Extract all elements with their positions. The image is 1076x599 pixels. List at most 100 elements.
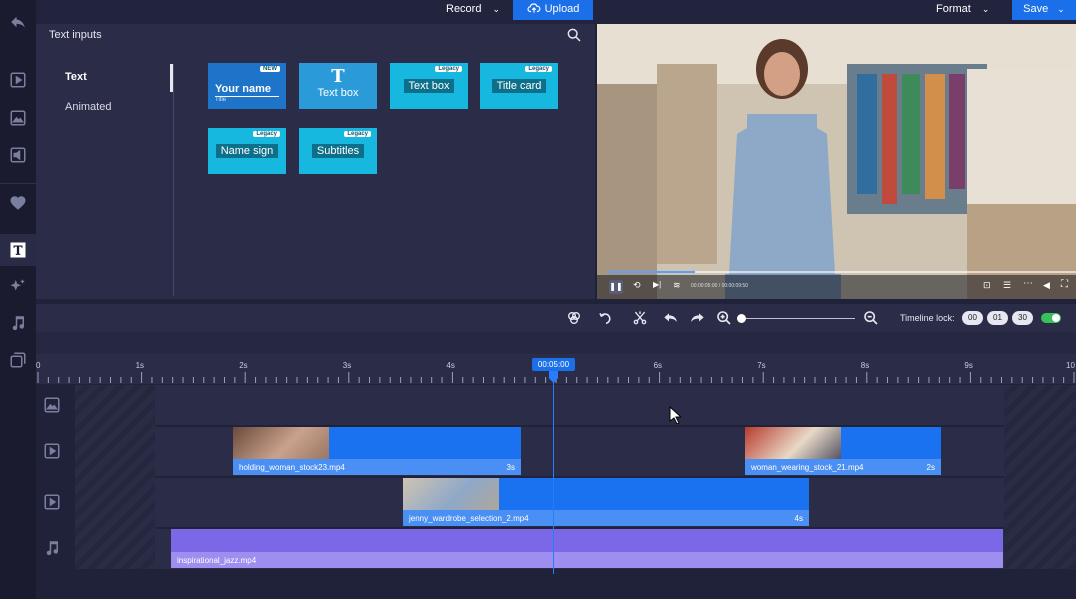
left-rail [0, 0, 36, 599]
video-media-icon[interactable] [6, 68, 30, 92]
category-text[interactable]: Text [65, 71, 87, 83]
playback-progress-bar[interactable] [607, 271, 1076, 273]
record-button[interactable]: Record ⌄ [446, 0, 500, 20]
text-tile-name-sign[interactable]: Legacy Name sign [208, 128, 286, 174]
rail-divider [0, 183, 36, 184]
text-tile-text-box-t[interactable]: T Text box [299, 63, 377, 109]
player-controls: ❚❚ ⟲ ▶| ≋ 00:00:05:00 / 00:00:09:50 ⊡ ☰ … [597, 275, 1076, 299]
image-media-icon[interactable] [6, 106, 30, 130]
tile-badge: Legacy [344, 131, 371, 137]
effects-sparkle-icon[interactable] [6, 274, 30, 298]
skip-next-icon[interactable]: ▶| [653, 280, 661, 289]
heart-icon[interactable] [6, 191, 30, 215]
clip-duration: 3s [506, 463, 515, 472]
ruler-tick-label: 0 [36, 361, 41, 370]
tile-label: Title card [491, 79, 547, 93]
fullscreen-icon[interactable]: ⛶ [1061, 279, 1068, 290]
text-tile-text-box-legacy[interactable]: Legacy Text box [390, 63, 468, 109]
clip-duration: 4s [794, 514, 803, 523]
ruler-tick-label: 8s [860, 361, 870, 370]
clip-duration: 2s [926, 463, 935, 472]
ruler-tick-label: 10 [1066, 361, 1075, 370]
playhead-line[interactable] [553, 371, 554, 574]
redo-icon[interactable] [689, 310, 705, 326]
tile-label: Subtitles [311, 144, 365, 158]
timeline-lock-hours[interactable]: 00 [962, 311, 983, 325]
timeline-lock-seconds[interactable]: 30 [1012, 311, 1033, 325]
tile-badge: Legacy [435, 66, 462, 72]
text-tile-title-card[interactable]: Legacy Title card [480, 63, 558, 109]
audio-clip[interactable]: inspirational_jazz.mp4 [171, 529, 1003, 568]
list-icon[interactable]: ☰ [1003, 280, 1011, 291]
category-active-indicator [170, 64, 173, 92]
video-clip[interactable]: jenny_wardrobe_selection_2.mp4 4s [403, 478, 809, 526]
split-scissors-icon[interactable] [632, 310, 648, 326]
text-inputs-panel: Text inputs Text Animated NEW Your name … [36, 24, 595, 299]
zoom-slider-handle[interactable] [737, 314, 746, 323]
pause-icon[interactable]: ❚❚ [609, 280, 623, 294]
video-track-icon [43, 493, 61, 511]
more-icon[interactable]: ⋯ [1023, 278, 1033, 289]
cast-icon[interactable]: ⊡ [983, 280, 991, 291]
ruler-tick-label: 6s [653, 361, 663, 370]
ruler-tick-label: 7s [757, 361, 766, 370]
video-clip[interactable]: woman_wearing_stock_21.mp4 2s [745, 427, 941, 475]
text-tile-your-name[interactable]: NEW Your name Title [208, 63, 286, 109]
tile-label: Text box [403, 79, 455, 93]
tile-badge: Legacy [253, 131, 280, 137]
zoom-slider-track[interactable] [742, 318, 855, 319]
ruler-tick-label: 9s [964, 361, 973, 370]
image-track-icon [43, 396, 61, 414]
zoom-in-icon[interactable] [716, 310, 732, 326]
cloud-upload-icon [527, 3, 540, 13]
format-button[interactable]: Format ⌄ [936, 0, 989, 20]
category-animated[interactable]: Animated [65, 101, 111, 113]
save-button[interactable]: Save ⌄ [1012, 0, 1076, 20]
chevron-down-icon: ⌄ [492, 4, 501, 14]
timeline-bottom [36, 574, 1076, 599]
text-tile-subtitles[interactable]: Legacy Subtitles [299, 128, 377, 174]
text-tool-icon[interactable] [6, 238, 30, 262]
tile-label: Your name [215, 83, 272, 95]
music-note-icon[interactable] [6, 311, 30, 335]
hatch-left [75, 385, 155, 569]
clip-name: woman_wearing_stock_21.mp4 [751, 463, 864, 472]
audio-media-icon[interactable] [6, 143, 30, 167]
upload-button[interactable]: Upload [513, 0, 593, 20]
tile-badge: NEW [260, 66, 280, 72]
tile-label: Name sign [215, 144, 279, 158]
timecode: 00:00:05:00 / 00:00:09:50 [691, 283, 748, 289]
big-t-glyph: T [331, 66, 345, 87]
upload-label: Upload [544, 3, 580, 15]
playhead-time[interactable]: 00:05:00 [532, 358, 575, 371]
panel-title: Text inputs [49, 29, 102, 41]
color-filter-icon[interactable] [566, 310, 582, 326]
video-clip[interactable]: holding_woman_stock23.mp4 3s [233, 427, 521, 475]
tile-sublabel: Title [215, 97, 227, 103]
ruler-tick-label: 2s [239, 361, 248, 370]
zoom-out-icon[interactable] [863, 310, 879, 326]
detach-audio-icon[interactable] [598, 310, 614, 326]
overlay-layers-icon[interactable] [6, 348, 30, 372]
track-image-lane[interactable] [155, 385, 1004, 425]
audio-track-icon [43, 539, 61, 557]
chevron-down-icon: ⌄ [1057, 4, 1065, 14]
back-arrow-icon[interactable] [6, 10, 30, 34]
timeline-lock-label: Timeline lock: [900, 313, 955, 323]
timeline-lock-toggle-knob [1052, 314, 1060, 322]
mouse-pointer-icon [669, 406, 681, 424]
undo-icon[interactable] [663, 310, 679, 326]
ruler-tick-label: 1s [135, 361, 145, 370]
clip-name: inspirational_jazz.mp4 [177, 556, 257, 565]
format-label: Format [936, 3, 971, 15]
record-label: Record [446, 3, 482, 15]
video-preview[interactable]: ❚❚ ⟲ ▶| ≋ 00:00:05:00 / 00:00:09:50 ⊡ ☰ … [597, 24, 1076, 299]
loop-icon[interactable]: ⟲ [633, 280, 641, 291]
volume-icon[interactable]: ◀ [1043, 280, 1050, 291]
timeline-lock-minutes[interactable]: 01 [987, 311, 1008, 325]
clip-name: jenny_wardrobe_selection_2.mp4 [409, 514, 529, 523]
layers-icon[interactable]: ≋ [673, 280, 681, 291]
ruler-tick-label: 3s [342, 361, 352, 370]
search-icon[interactable] [566, 27, 582, 43]
chevron-down-icon: ⌄ [981, 4, 990, 14]
